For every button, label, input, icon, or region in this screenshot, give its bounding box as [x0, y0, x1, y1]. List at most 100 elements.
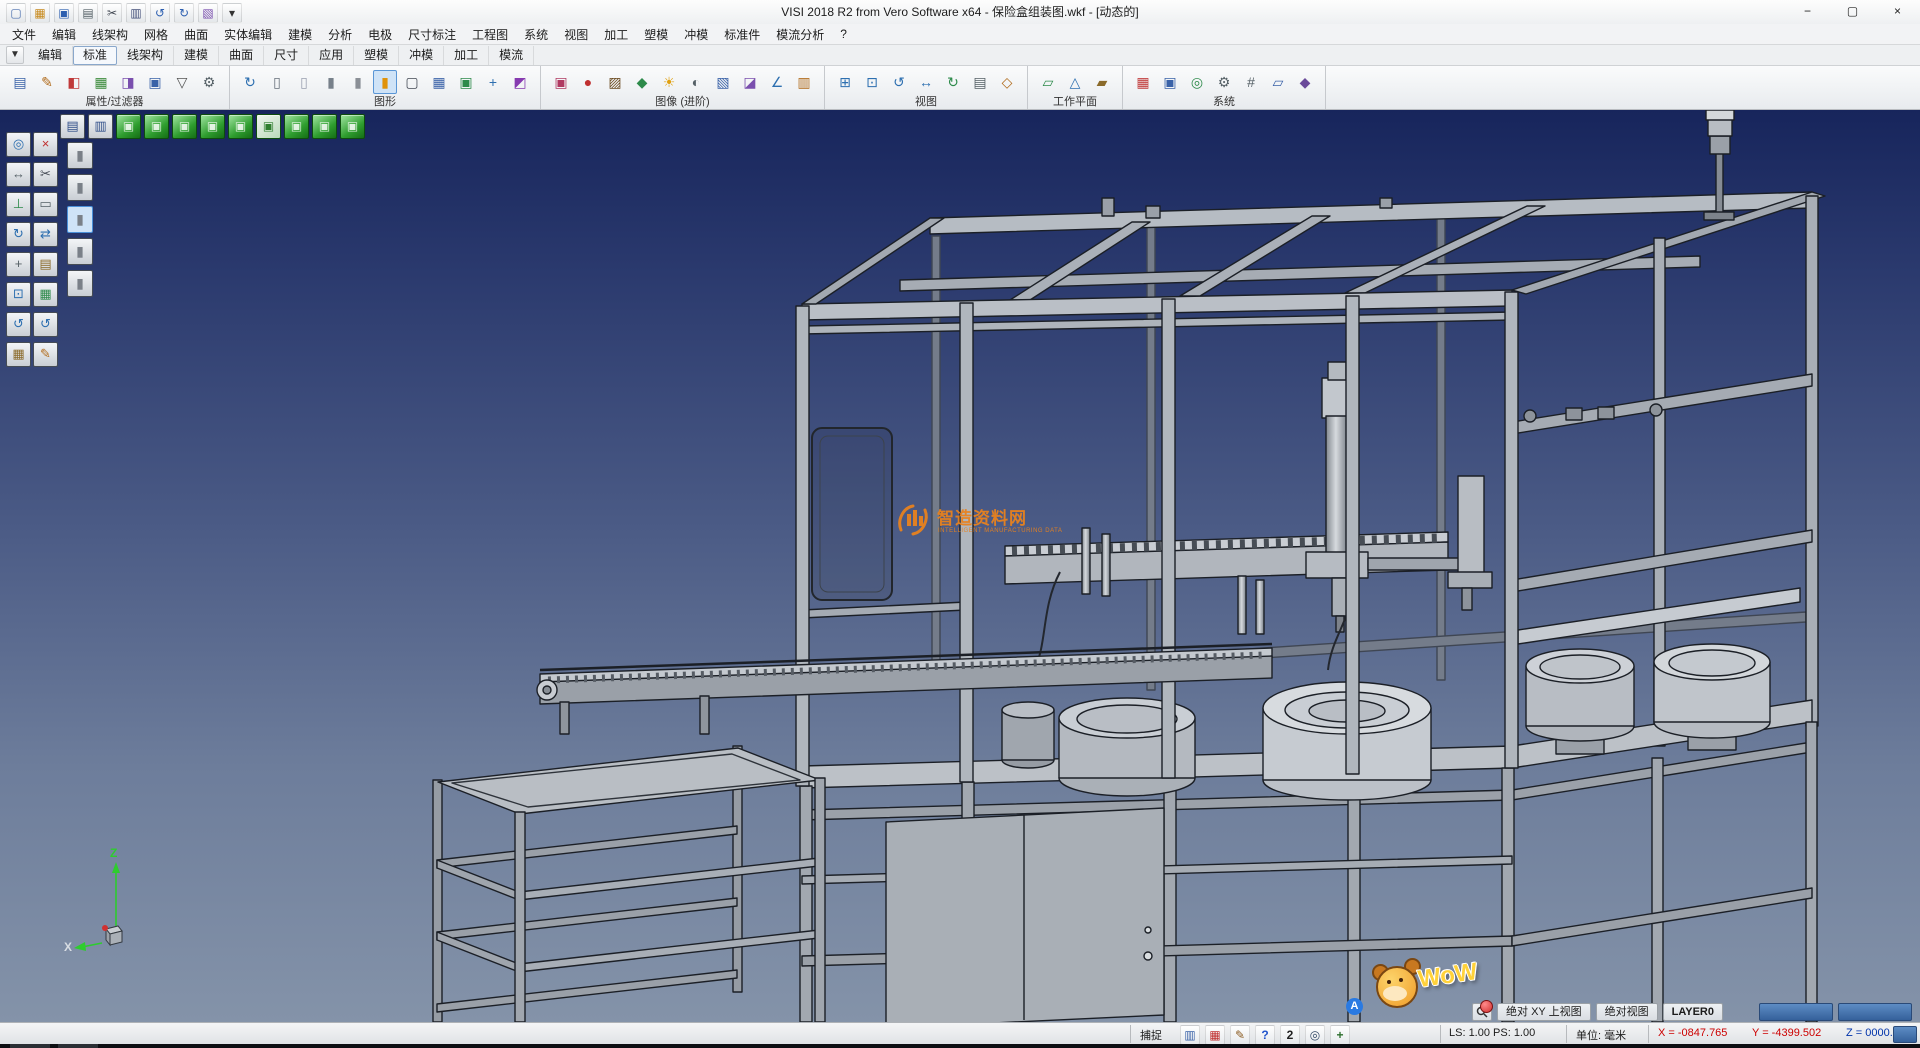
zoom-previous-icon[interactable]: ↺: [887, 70, 911, 94]
menu-surface[interactable]: 曲面: [176, 24, 216, 45]
array-icon[interactable]: ▦: [33, 282, 58, 307]
background-icon[interactable]: ▧: [711, 70, 735, 94]
menu-edit[interactable]: 编辑: [44, 24, 84, 45]
tab-edit[interactable]: 编辑: [28, 46, 73, 65]
menu-moldflow[interactable]: 模流分析: [768, 24, 832, 45]
maximize-button[interactable]: ▢: [1830, 0, 1875, 24]
surfaces-filter-icon[interactable]: ▮: [67, 174, 93, 201]
material-icon[interactable]: ◆: [630, 70, 654, 94]
menu-plastic-mold[interactable]: 塑模: [636, 24, 676, 45]
iso-view-cube[interactable]: ▣: [116, 114, 141, 139]
save-icon[interactable]: ▣: [54, 3, 74, 23]
toolbar-dropdown-caret[interactable]: ▼: [6, 46, 24, 64]
shading-mode-icon[interactable]: ▮: [373, 70, 397, 94]
menu-machining[interactable]: 加工: [596, 24, 636, 45]
options-gear-icon[interactable]: ⚙: [1212, 70, 1236, 94]
redraw-icon[interactable]: ↻: [238, 70, 262, 94]
menu-electrode[interactable]: 电极: [360, 24, 400, 45]
zoom-select-icon[interactable]: ◎: [6, 132, 31, 157]
menu-wireframe[interactable]: 线架构: [84, 24, 136, 45]
layer-filter-icon[interactable]: ▦: [89, 70, 113, 94]
mirror-icon[interactable]: ⇄: [33, 222, 58, 247]
cylinder-display-icon[interactable]: ▮: [346, 70, 370, 94]
color-table-icon[interactable]: ▦: [1131, 70, 1155, 94]
grid-snap-icon[interactable]: ▦: [1205, 1025, 1225, 1045]
scene-tree-icon[interactable]: ▤: [60, 114, 85, 139]
taskbar-app-chip[interactable]: [58, 1044, 98, 1048]
tab-wireframe[interactable]: 线架构: [117, 46, 174, 65]
menu-dimensioning[interactable]: 尺寸标注: [400, 24, 464, 45]
view-mode-cell[interactable]: 绝对视图: [1596, 1003, 1658, 1021]
gallery-icon[interactable]: ▥: [792, 70, 816, 94]
color-filter-icon[interactable]: ◧: [62, 70, 86, 94]
tab-dimension[interactable]: 尺寸: [264, 46, 309, 65]
tab-standard[interactable]: 标准: [73, 46, 117, 65]
windows-taskbar[interactable]: [0, 1044, 1920, 1048]
menu-standard-parts[interactable]: 标准件: [716, 24, 768, 45]
named-views-icon[interactable]: ▤: [968, 70, 992, 94]
redo-icon[interactable]: ↻: [174, 3, 194, 23]
wireframe-filter-icon[interactable]: ▮: [67, 206, 93, 233]
menu-modeling[interactable]: 建模: [280, 24, 320, 45]
shaded-view-icon[interactable]: ▮: [319, 70, 343, 94]
menu-drafting[interactable]: 工程图: [464, 24, 516, 45]
menu-stamping-die[interactable]: 冲模: [676, 24, 716, 45]
grid-settings-icon[interactable]: #: [1239, 70, 1263, 94]
properties-icon[interactable]: ▤: [8, 70, 32, 94]
top-view-cube[interactable]: ▣: [172, 114, 197, 139]
attributes-pen-icon[interactable]: ✎: [33, 342, 58, 367]
menu-file[interactable]: 文件: [4, 24, 44, 45]
filter-settings-icon[interactable]: ⚙: [197, 70, 221, 94]
display-config-icon[interactable]: ▣: [1158, 70, 1182, 94]
viewport-3d[interactable]: ▤▥ ▣▣▣▣▣▣▣▣▣ ◎↔⊥↻+⊡↺▦ ×✂▭⇄▤▦↺✎ ▮▮▮▮▮ 智造资…: [0, 110, 1920, 1022]
right-view-cube[interactable]: ▣: [200, 114, 225, 139]
record-icon[interactable]: ●: [576, 70, 600, 94]
view-orientation-cell[interactable]: 绝对 XY 上视图: [1497, 1003, 1591, 1021]
context-help-icon[interactable]: ?: [1255, 1025, 1275, 1045]
tab-surface[interactable]: 曲面: [219, 46, 264, 65]
menu-view[interactable]: 视图: [556, 24, 596, 45]
draw-attributes-icon[interactable]: ✎: [1230, 1025, 1250, 1045]
menu-mesh[interactable]: 网格: [136, 24, 176, 45]
cube-display-icon[interactable]: ▣: [454, 70, 478, 94]
active-layer-cell[interactable]: LAYER0: [1663, 1003, 1723, 1021]
ime-language-badge[interactable]: A: [1346, 998, 1363, 1015]
display-list-icon[interactable]: ▥: [88, 114, 113, 139]
menu-solid-edit[interactable]: 实体编辑: [216, 24, 280, 45]
system-tools-icon[interactable]: ◆: [1293, 70, 1317, 94]
erase-icon[interactable]: ▭: [33, 192, 58, 217]
shaded-view-cube[interactable]: ▣: [340, 114, 365, 139]
clipboard-icon[interactable]: ▤: [33, 252, 58, 277]
zoom-window-icon[interactable]: ⊡: [6, 282, 31, 307]
ucs-icon[interactable]: ⊥: [6, 192, 31, 217]
left-view-cube[interactable]: ▣: [228, 114, 253, 139]
menu-help[interactable]: ?: [832, 25, 855, 43]
wireframe-view-icon[interactable]: ▯: [265, 70, 289, 94]
snap-toggle[interactable]: 捕捉: [1140, 1027, 1162, 1043]
taskbar-app-chip[interactable]: [10, 1044, 50, 1048]
new-file-icon[interactable]: ▢: [6, 3, 26, 23]
tab-die[interactable]: 冲模: [399, 46, 444, 65]
type-filter-icon[interactable]: ◨: [116, 70, 140, 94]
undo-icon[interactable]: ↺: [150, 3, 170, 23]
quick-filter-icon[interactable]: ▽: [170, 70, 194, 94]
pan-view-icon[interactable]: +: [6, 252, 31, 277]
paint-attributes-icon[interactable]: ✎: [35, 70, 59, 94]
workplane-3point-icon[interactable]: △: [1063, 70, 1087, 94]
axes-toggle-icon[interactable]: +: [481, 70, 505, 94]
hidden-line-icon[interactable]: ▯: [292, 70, 316, 94]
workplane-indicator-icon[interactable]: 2: [1280, 1025, 1300, 1045]
menu-system[interactable]: 系统: [516, 24, 556, 45]
tab-machining[interactable]: 加工: [444, 46, 489, 65]
zoom-window-icon[interactable]: ⊡: [860, 70, 884, 94]
light-icon[interactable]: ☀: [657, 70, 681, 94]
previous-view-icon[interactable]: ↺: [6, 312, 31, 337]
repaint-icon[interactable]: ▦: [6, 342, 31, 367]
tab-flow[interactable]: 模流: [489, 46, 534, 65]
zoom-fit-icon[interactable]: ⊞: [833, 70, 857, 94]
move-icon[interactable]: ↔: [6, 162, 31, 187]
render-mode-icon[interactable]: ◩: [508, 70, 532, 94]
pan-icon[interactable]: ↔: [914, 70, 938, 94]
print-icon[interactable]: ▤: [78, 3, 98, 23]
bottom-view-cube[interactable]: ▣: [284, 114, 309, 139]
